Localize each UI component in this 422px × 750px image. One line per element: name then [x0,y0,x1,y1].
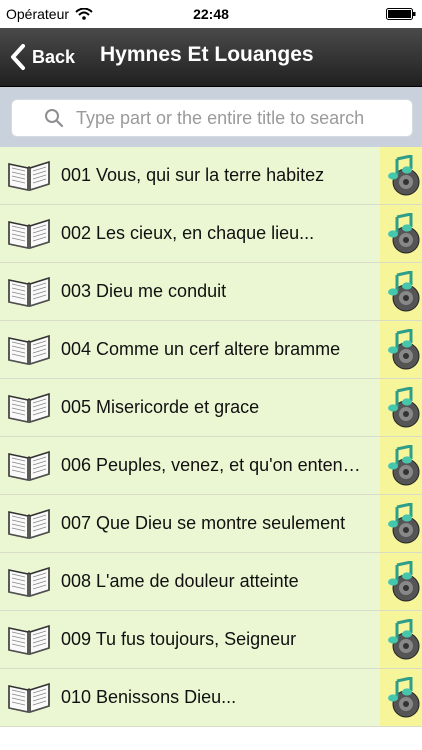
back-button[interactable]: Back [10,40,75,74]
music-note-speaker-icon [388,445,420,486]
play-audio-button[interactable] [380,147,422,204]
music-note-speaker-icon [388,387,420,428]
music-note-speaker-icon [388,329,420,370]
play-audio-button[interactable] [380,553,422,610]
book-icon [8,160,50,192]
book-icon [8,334,50,366]
hymn-title: 008 L'ame de douleur atteinte [61,571,299,591]
book-icon [8,624,50,656]
search-field[interactable] [11,99,413,137]
hymn-title: 006 Peuples, venez, et qu'on enten… [61,455,361,475]
hymn-title: 003 Dieu me conduit [61,281,227,301]
music-note-speaker-icon [388,561,420,602]
play-audio-button[interactable] [380,263,422,320]
book-icon [8,566,50,598]
book-icon [8,392,50,424]
hymn-list: 001 Vous, qui sur la terre habitez 002 L… [0,147,422,750]
hymn-row[interactable]: 003 Dieu me conduit [0,263,422,321]
status-time: 22:48 [193,6,229,22]
play-audio-button[interactable] [380,495,422,552]
play-audio-button[interactable] [380,379,422,436]
hymn-title: 001 Vous, qui sur la terre habitez [61,165,325,185]
hymn-title: 002 Les cieux, en chaque lieu... [61,223,315,243]
music-note-speaker-icon [388,503,420,544]
search-input[interactable] [74,106,398,130]
music-note-speaker-icon [388,271,420,312]
hymn-title: 007 Que Dieu se montre seulement [61,513,346,533]
hymn-row[interactable]: 004 Comme un cerf altere bramme [0,321,422,379]
page-title: Hymnes Et Louanges [100,43,314,66]
play-audio-button[interactable] [380,669,422,726]
hymn-row[interactable]: 002 Les cieux, en chaque lieu... [0,205,422,263]
search-icon [45,109,64,128]
music-note-speaker-icon [388,213,420,254]
hymn-title: 004 Comme un cerf altere bramme [61,339,341,359]
hymn-row[interactable]: 005 Misericorde et grace [0,379,422,437]
status-bar: Opérateur 22:48 [0,0,422,28]
hymn-row[interactable]: 008 L'ame de douleur atteinte [0,553,422,611]
music-note-speaker-icon [388,619,420,660]
play-audio-button[interactable] [380,321,422,378]
book-icon [8,276,50,308]
play-audio-button[interactable] [380,205,422,262]
hymn-row[interactable]: 009 Tu fus toujours, Seigneur [0,611,422,669]
chevron-left-icon [11,44,25,70]
navigation-bar: Back Hymnes Et Louanges [0,28,422,87]
hymn-row[interactable]: 006 Peuples, venez, et qu'on enten… [0,437,422,495]
hymn-title: 010 Benissons Dieu... [61,687,237,707]
book-icon [8,682,50,714]
music-note-speaker-icon [388,155,420,196]
hymn-row[interactable]: 001 Vous, qui sur la terre habitez [0,147,422,205]
hymn-title: 005 Misericorde et grace [61,397,260,417]
hymn-row[interactable]: 007 Que Dieu se montre seulement [0,495,422,553]
music-note-speaker-icon [388,677,420,718]
back-label: Back [32,46,76,67]
book-icon [8,508,50,540]
hymn-row[interactable]: 010 Benissons Dieu... [0,669,422,727]
battery-icon [386,8,416,20]
hymn-title: 009 Tu fus toujours, Seigneur [61,629,297,649]
search-bar [0,87,422,147]
play-audio-button[interactable] [380,437,422,494]
play-audio-button[interactable] [380,611,422,668]
book-icon [8,218,50,250]
book-icon [8,450,50,482]
